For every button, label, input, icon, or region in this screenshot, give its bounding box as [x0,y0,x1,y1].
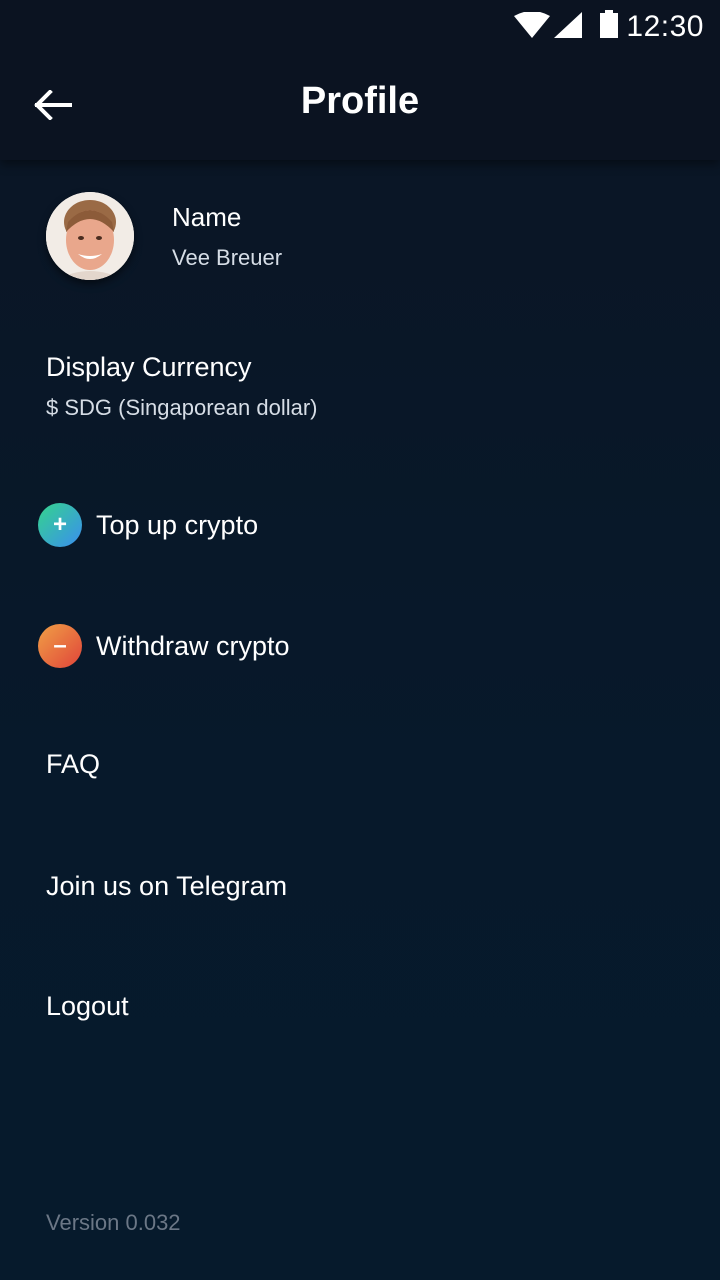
status-bar: 12:30 [0,0,720,52]
menu-item-label: Withdraw crypto [96,630,290,661]
status-time: 12:30 [626,10,704,43]
minus-icon: – [38,624,82,668]
avatar-photo [46,192,134,280]
wifi-icon [514,12,550,38]
menu-item-label: Top up crypto [96,509,259,540]
avatar[interactable] [46,192,134,280]
name-label: Name [172,202,242,232]
menu-item-withdraw[interactable]: – Withdraw crypto [0,611,720,681]
menu-item-faq[interactable]: FAQ [0,729,720,799]
page-title: Profile [300,80,420,122]
display-currency-label[interactable]: Display Currency [46,352,252,383]
battery-icon [600,10,618,38]
plus-icon: + [38,503,82,547]
cell-signal-icon [554,12,582,38]
menu-item-top-up[interactable]: + Top up crypto [0,490,720,560]
menu-item-label: Logout [46,990,129,1021]
app-bar: 12:30 Profile [0,0,720,160]
profile-screen: 12:30 Profile Name Vee Breuer Display Cu… [0,0,720,1280]
name-value: Vee Breuer [172,245,283,270]
menu-item-telegram[interactable]: Join us on Telegram [0,851,720,921]
menu-item-label: FAQ [46,748,101,779]
menu-item-label: Join us on Telegram [46,870,288,901]
version-text: Version 0.032 [46,1210,181,1235]
menu-item-logout[interactable]: Logout [0,971,720,1041]
display-currency-value: $ SDG (Singaporean dollar) [46,395,318,420]
